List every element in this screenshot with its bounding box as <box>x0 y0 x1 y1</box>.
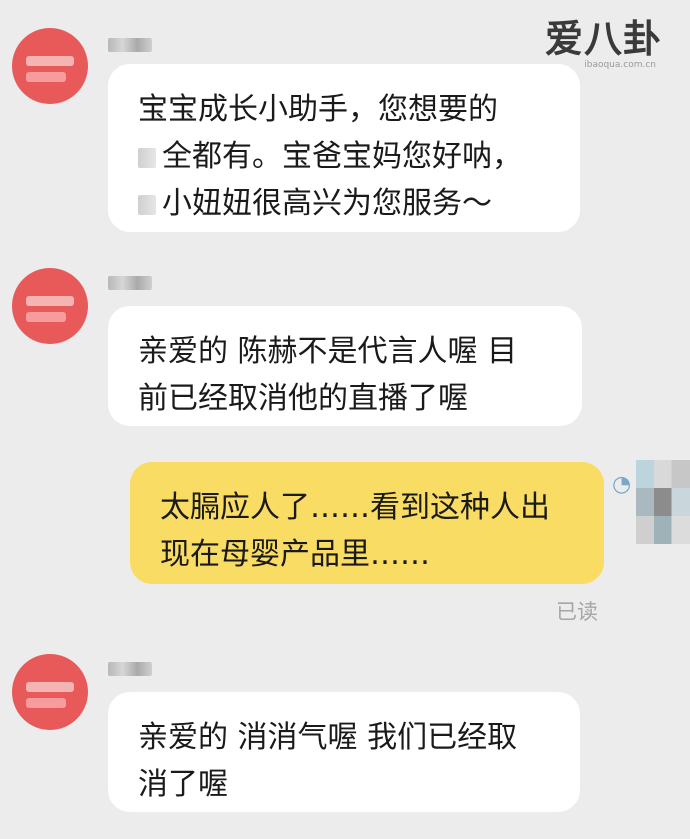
sender-nickname-blurred <box>108 662 152 676</box>
own-avatar-blurred[interactable] <box>636 460 690 544</box>
sender-nickname-blurred <box>108 276 152 290</box>
message-line: 太膈应人了……看到这种人出 <box>160 490 550 525</box>
message-line: 全都有。宝爸宝妈您好呐， <box>162 139 522 174</box>
site-watermark: 爱八卦 ibaoqua.com.cn <box>545 18 662 70</box>
message-line: 亲爱的 消消气喔 我们已经取 <box>138 720 518 755</box>
message-line: 宝宝成长小助手，您想要的 <box>138 92 498 127</box>
watermark-logo: 爱八卦 <box>544 17 662 61</box>
message-line: 现在母婴产品里…… <box>160 537 430 572</box>
message-line: 消了喔 <box>138 767 228 802</box>
read-receipt: 已读 <box>556 600 598 624</box>
send-status-icon: ◔ <box>612 472 632 497</box>
message-line: 小妞妞很高兴为您服务～ <box>162 186 492 221</box>
message-bubble[interactable]: 亲爱的 陈赫不是代言人喔 目 前已经取消他的直播了喔 <box>108 306 582 426</box>
message-line: 亲爱的 陈赫不是代言人喔 目 <box>138 334 518 369</box>
message-line: 前已经取消他的直播了喔 <box>138 381 468 416</box>
message-bubble[interactable]: 宝宝成长小助手，您想要的 全都有。宝爸宝妈您好呐， 小妞妞很高兴为您服务～ <box>108 64 580 232</box>
redacted-text <box>138 147 156 168</box>
sender-avatar[interactable] <box>12 28 88 104</box>
sender-avatar[interactable] <box>12 268 88 344</box>
message-bubble[interactable]: 亲爱的 消消气喔 我们已经取 消了喔 <box>108 692 580 812</box>
sender-avatar[interactable] <box>12 654 88 730</box>
own-message-bubble[interactable]: 太膈应人了……看到这种人出 现在母婴产品里…… <box>130 462 604 584</box>
sender-nickname-blurred <box>108 38 152 52</box>
redacted-text <box>138 194 156 215</box>
